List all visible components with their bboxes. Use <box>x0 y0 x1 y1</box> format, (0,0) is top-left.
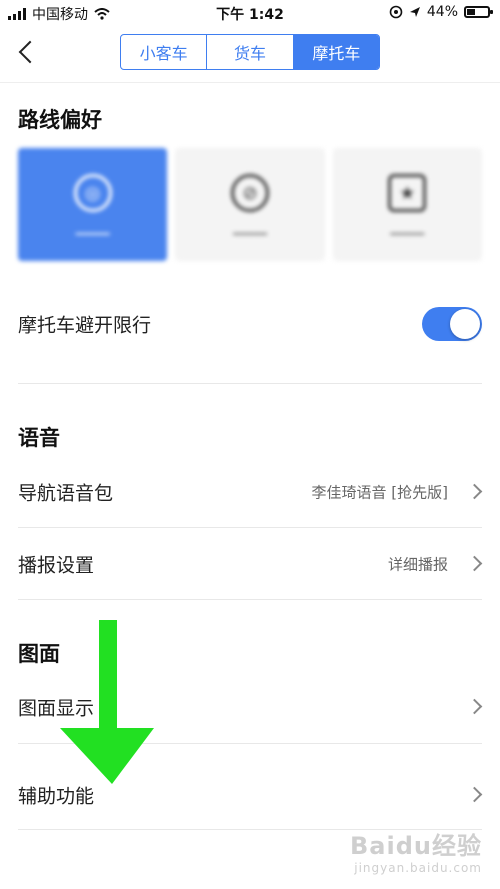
watermark-brand: Baidu经验 <box>350 832 482 860</box>
avoid-highway-icon: ⊘ <box>230 174 269 212</box>
motorcycle-restriction-label: 摩托车避开限行 <box>18 314 152 337</box>
battery-percent: 44% <box>426 4 458 20</box>
tab-motorcycle[interactable]: 摩托车 <box>293 35 379 69</box>
route-option-label: ▁▁▁▁ <box>233 222 267 235</box>
broadcast-settings-label: 播报设置 <box>18 554 95 577</box>
chevron-right-icon <box>466 698 483 715</box>
nav-header: 小客车 货车 摩托车 <box>0 26 500 83</box>
route-option-label: ▁▁▁▁ <box>390 222 425 235</box>
chevron-right-icon <box>466 786 483 803</box>
watermark-url: jingyan.baidu.com <box>354 861 482 875</box>
smart-route-icon: ◎ <box>73 174 112 212</box>
chevron-right-icon <box>466 483 483 500</box>
back-icon[interactable] <box>12 36 44 68</box>
route-option-avoid-highway[interactable]: ⊘ ▁▁▁▁ <box>175 148 325 261</box>
divider <box>18 383 482 384</box>
route-option-scenic[interactable]: ★ ▁▁▁▁ <box>332 148 482 261</box>
route-option-smart[interactable]: ◎ ▁▁▁▁ <box>18 148 168 261</box>
battery-icon <box>464 6 493 18</box>
route-preference-options: ◎ ▁▁▁▁ ⊘ ▁▁▁▁ ★ ▁▁▁▁ <box>18 148 482 261</box>
broadcast-settings-value: 详细播报 <box>387 555 448 574</box>
route-preference-title: 路线偏好 <box>18 108 102 132</box>
chevron-right-icon <box>466 555 483 572</box>
status-bar: 中国移动 下午 1:42 44% <box>0 0 500 26</box>
nav-voice-pack-row[interactable]: 导航语音包 李佳琦语音 [抢先版] <box>18 462 483 522</box>
vehicle-type-tabs: 小客车 货车 摩托车 <box>120 34 380 70</box>
voice-title: 语音 <box>18 426 60 450</box>
tab-car[interactable]: 小客车 <box>121 35 208 69</box>
divider <box>18 599 482 600</box>
motorcycle-restriction-toggle[interactable] <box>422 307 482 341</box>
divider <box>18 527 482 528</box>
motorcycle-restriction-row: 摩托车避开限行 <box>18 294 482 354</box>
nav-voice-pack-value: 李佳琦语音 [抢先版] <box>311 483 448 502</box>
location-lock-icon <box>389 5 403 19</box>
nav-voice-pack-label: 导航语音包 <box>18 482 114 505</box>
scenic-route-icon: ★ <box>388 174 427 212</box>
accessibility-label: 辅助功能 <box>18 785 95 808</box>
green-down-arrow-icon <box>60 620 154 784</box>
watermark: Baidu经验 jingyan.baidu.com <box>350 826 482 875</box>
tab-truck[interactable]: 货车 <box>207 35 294 69</box>
status-right: 44% <box>389 4 493 20</box>
broadcast-settings-row[interactable]: 播报设置 详细播报 <box>18 534 483 594</box>
route-option-label: ▁▁▁▁ <box>75 222 110 235</box>
navigation-arrow-icon <box>409 7 420 17</box>
